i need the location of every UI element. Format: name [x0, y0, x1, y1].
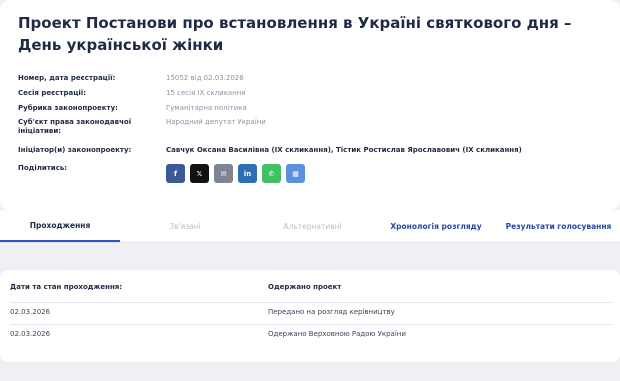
divider — [10, 302, 613, 303]
meta-label: Суб'єкт права законодавчої ініціативи: — [18, 118, 132, 135]
column-header-dates: Дати та стан проходження: — [10, 283, 123, 291]
share-qr-button[interactable]: ▦ — [286, 164, 305, 183]
meta-label: Рубрика законопроекту: — [18, 104, 118, 112]
row-2-status: Одержано Верховною Радою України — [268, 330, 406, 338]
column-header-status: Одержано проект — [268, 283, 342, 291]
whatsapp-icon: ✆ — [268, 169, 275, 178]
divider — [10, 324, 613, 325]
share-whatsapp-button[interactable]: ✆ — [262, 164, 281, 183]
meta-label: Номер, дата реєстрації: — [18, 74, 116, 82]
bill-card: Проект Постанови про встановлення в Укра… — [0, 0, 620, 210]
facebook-icon: f — [173, 169, 178, 178]
meta-row-initiators: Ініціатор(и) законопроекту: Савчук Оксан… — [18, 146, 608, 155]
linkedin-icon: in — [243, 169, 252, 178]
email-icon: ✉ — [220, 169, 227, 178]
meta-value-session: 15 сесія IX скликання — [166, 89, 246, 97]
meta-value-initiators: Савчук Оксана Василівна (IX скликання), … — [166, 146, 522, 154]
share-email-button[interactable]: ✉ — [214, 164, 233, 183]
tab-voting-results[interactable]: Результати голосування — [497, 210, 620, 242]
meta-row-subject: Суб'єкт права законодавчої ініціативи: Н… — [18, 118, 608, 136]
share-linkedin-button[interactable]: in — [238, 164, 257, 183]
tab-chronology[interactable]: Хронологія розгляду — [375, 210, 497, 242]
meta-value-rubric: Гуманітарна політика — [166, 104, 247, 112]
meta-label: Поділитись: — [18, 164, 68, 172]
tab-bar: Проходження Зв'язані Альтернативні Хроно… — [0, 210, 620, 243]
meta-label: Ініціатор(и) законопроекту: — [18, 146, 132, 154]
tab-linked[interactable]: Зв'язані — [120, 210, 250, 242]
meta-value-subject: Народний депутат України — [166, 118, 266, 126]
share-facebook-button[interactable]: f — [166, 164, 185, 183]
meta-label: Сесія реєстрації: — [18, 89, 87, 97]
meta-value-registration: 15052 від 02.03.2026 — [166, 74, 244, 82]
share-buttons: f 𝕏 ✉ in ✆ ▦ — [166, 164, 305, 183]
tab-passage[interactable]: Проходження — [0, 210, 120, 242]
share-x-button[interactable]: 𝕏 — [190, 164, 209, 183]
meta-row-session: Сесія реєстрації: 15 сесія IX скликання — [18, 89, 608, 98]
x-icon: 𝕏 — [196, 169, 203, 178]
page-title: Проект Постанови про встановлення в Укра… — [18, 14, 572, 54]
row-1-date: 02.03.2026 — [10, 308, 51, 316]
tab-alternative[interactable]: Альтернативні — [250, 210, 375, 242]
row-1-status: Передано на розгляд керівництву — [268, 308, 395, 316]
qr-code-icon: ▦ — [292, 169, 299, 178]
row-2-date: 02.03.2026 — [10, 330, 51, 338]
meta-row-registration: Номер, дата реєстрації: 15052 від 02.03.… — [18, 74, 608, 83]
meta-row-share: Поділитись: f 𝕏 ✉ in ✆ ▦ — [18, 164, 608, 183]
meta-row-rubric: Рубрика законопроекту: Гуманітарна політ… — [18, 104, 608, 113]
passage-table: Дати та стан проходження: Одержано проек… — [0, 270, 620, 362]
